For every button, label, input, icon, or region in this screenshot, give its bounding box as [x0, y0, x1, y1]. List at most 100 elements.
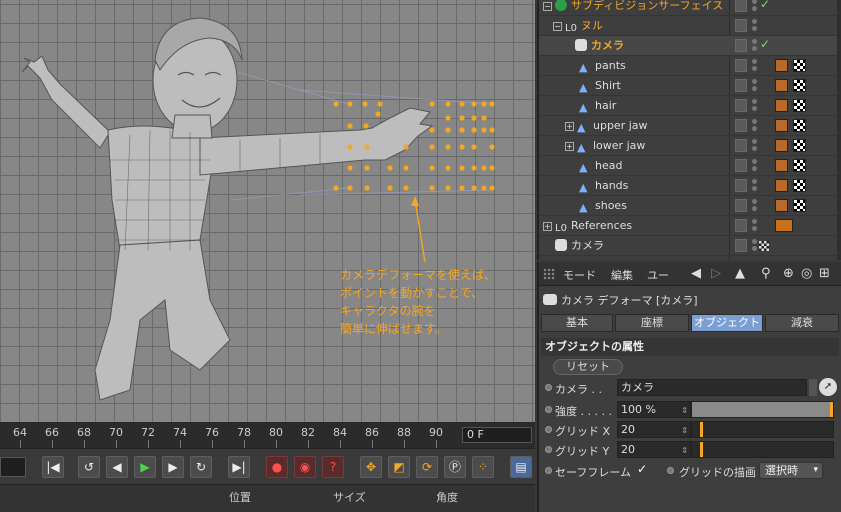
anim-dot[interactable] [667, 467, 674, 474]
material-tag-icon[interactable] [793, 119, 806, 132]
prev-key-icon[interactable]: ↺ [78, 456, 100, 478]
material-tag-icon[interactable] [793, 99, 806, 112]
object-row-hair[interactable]: ▲ hair [539, 96, 839, 116]
visibility-toggle[interactable] [735, 199, 747, 212]
forward-arrow-icon[interactable]: ▷ [711, 266, 721, 281]
prev-frame-icon[interactable]: ◀ [106, 456, 128, 478]
strength-slider[interactable] [691, 401, 834, 418]
bone-tag-icon[interactable] [775, 179, 788, 192]
next-key-icon[interactable]: ↻ [190, 456, 212, 478]
next-frame-icon[interactable]: ▶ [162, 456, 184, 478]
bone-tag-icon[interactable] [775, 159, 788, 172]
bone-tag-icon[interactable] [775, 99, 788, 112]
layer-dots[interactable] [752, 99, 758, 113]
point-key-icon[interactable]: ⁘ [472, 456, 494, 478]
slider-knob[interactable] [830, 402, 833, 417]
grip-icon[interactable] [543, 268, 555, 280]
target-icon[interactable]: ◎ [801, 266, 812, 281]
safe-frame-checkbox[interactable]: ✓ [637, 462, 647, 476]
layer-dots[interactable] [752, 0, 758, 13]
anim-dot[interactable] [545, 384, 552, 391]
anim-dot[interactable] [545, 426, 552, 433]
material-tag-icon[interactable] [793, 179, 806, 192]
object-row-head[interactable]: ▲ head [539, 156, 839, 176]
target-tag-icon[interactable] [759, 241, 769, 251]
bone-tag-icon[interactable] [775, 199, 788, 212]
scale-key-icon[interactable]: ◩ [388, 456, 410, 478]
pick-object-icon[interactable]: ➚ [819, 378, 837, 396]
visibility-toggle[interactable] [735, 119, 747, 132]
layer-dots[interactable] [752, 179, 758, 193]
grid-x-field[interactable]: 20 ⇕ [617, 421, 691, 438]
visibility-toggle[interactable] [735, 239, 747, 252]
object-row-null[interactable]: − L0 ヌル [539, 16, 839, 36]
object-row-shoes[interactable]: ▲ shoes [539, 196, 839, 216]
reset-button[interactable]: リセット [553, 359, 623, 375]
bone-tag-icon[interactable] [775, 79, 788, 92]
play-icon[interactable]: ▶ [134, 456, 156, 478]
anim-dot[interactable] [545, 406, 552, 413]
object-row-upper-jaw[interactable]: + ▲ upper jaw [539, 116, 839, 136]
layer-dots[interactable] [752, 19, 758, 33]
keyframe-help-icon[interactable]: ? [322, 456, 344, 478]
tab-basic[interactable]: 基本 [541, 314, 613, 332]
grid-y-field[interactable]: 20 ⇕ [617, 441, 691, 458]
current-frame-field[interactable]: 0 F [462, 427, 532, 443]
layer-dots[interactable] [752, 239, 758, 253]
record-key-icon[interactable]: ● [266, 456, 288, 478]
rotate-key-icon[interactable]: ⟳ [416, 456, 438, 478]
material-tag-icon[interactable] [793, 159, 806, 172]
enabled-check-icon[interactable]: ✓ [760, 0, 770, 11]
layer-dots[interactable] [752, 79, 758, 93]
visibility-toggle[interactable] [735, 99, 747, 112]
grid-x-slider[interactable] [691, 421, 834, 438]
layer-dots[interactable] [752, 219, 758, 233]
object-row-hands[interactable]: ▲ hands [539, 176, 839, 196]
bone-tag-icon[interactable] [775, 119, 788, 132]
collapse-icon[interactable]: − [543, 2, 552, 11]
slider-knob[interactable] [700, 422, 703, 437]
layer-dots[interactable] [752, 119, 758, 133]
expand-icon[interactable]: + [565, 142, 574, 151]
search-icon[interactable]: ⚲ [761, 266, 771, 281]
visibility-toggle[interactable] [735, 79, 747, 92]
pointer-icon[interactable]: ▲ [735, 266, 745, 281]
link-menu-arrow[interactable] [809, 379, 817, 396]
layer-dots[interactable] [752, 199, 758, 213]
object-row-pants[interactable]: ▲ pants [539, 56, 839, 76]
frame-ruler[interactable]: 626466687072747678808284868890 [0, 422, 460, 448]
layer-dots[interactable] [752, 39, 758, 53]
visibility-toggle[interactable] [735, 39, 747, 52]
bone-tag-icon[interactable] [775, 59, 788, 72]
object-row-references[interactable]: + L0 References [539, 216, 839, 236]
menu-user[interactable]: ユー [647, 267, 669, 283]
object-row-shirt[interactable]: ▲ Shirt [539, 76, 839, 96]
menu-mode[interactable]: モード [563, 267, 596, 283]
material-tag-icon[interactable] [793, 79, 806, 92]
layer-dots[interactable] [752, 59, 758, 73]
anim-dot[interactable] [545, 446, 552, 453]
object-row-camera[interactable]: カメラ [539, 236, 839, 256]
object-row-subdivision[interactable]: − サブディビジョンサーフェイス ✓ [539, 0, 839, 16]
move-key-icon[interactable]: ✥ [360, 456, 382, 478]
tab-coords[interactable]: 座標 [615, 314, 689, 332]
enabled-check-icon[interactable]: ✓ [760, 37, 770, 51]
layer-dots[interactable] [752, 139, 758, 153]
film-icon[interactable]: ▤ [510, 456, 532, 478]
frame-input[interactable] [0, 457, 26, 477]
visibility-toggle[interactable] [735, 159, 747, 172]
object-row-lower-jaw[interactable]: + ▲ lower jaw [539, 136, 839, 156]
anim-dot[interactable] [545, 467, 552, 474]
expand-icon[interactable]: + [565, 122, 574, 131]
expand-icon[interactable]: + [543, 222, 552, 231]
strength-field[interactable]: 100 % ⇕ [617, 401, 691, 418]
go-to-end-icon[interactable]: ▶| [228, 456, 250, 478]
grid-draw-select[interactable]: 選択時 ▾ [759, 462, 823, 479]
camera-link-field[interactable]: カメラ [617, 379, 807, 396]
lock-icon[interactable]: ⊕ [783, 266, 794, 281]
back-arrow-icon[interactable]: ◀ [691, 266, 701, 281]
menu-edit[interactable]: 編集 [611, 267, 633, 283]
material-tag-icon[interactable] [793, 199, 806, 212]
material-tag-icon[interactable] [793, 59, 806, 72]
visibility-toggle[interactable] [735, 179, 747, 192]
